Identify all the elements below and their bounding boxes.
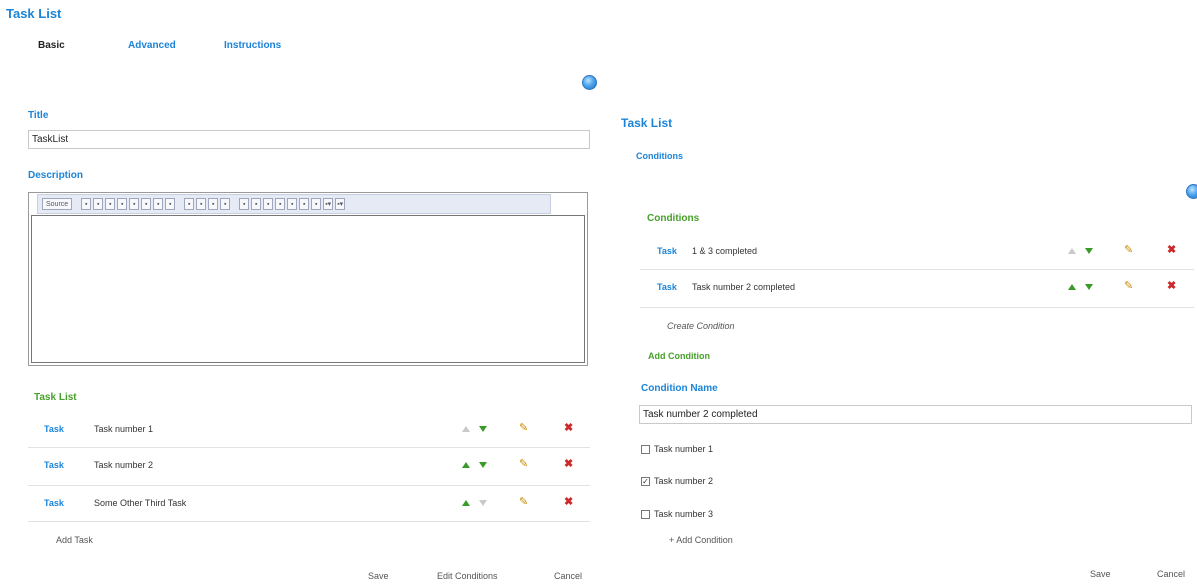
conditions-subtitle: Conditions [636, 151, 683, 161]
condition-task-link[interactable]: Task [657, 282, 677, 292]
toolbar-button[interactable]: ▪ [165, 198, 176, 210]
title-label: Title [28, 110, 49, 121]
conditions-save-button[interactable]: Save [1090, 569, 1111, 579]
add-circle-icon[interactable] [582, 75, 597, 90]
list-item: Task 1 & 3 completed ✎ ✖ [640, 234, 1194, 270]
conditions-heading: Conditions [647, 213, 700, 224]
conditions-panel-title: Task List [621, 116, 673, 130]
task-checkbox[interactable] [641, 509, 650, 519]
editor-text-area[interactable] [31, 215, 585, 363]
toolbar-button[interactable]: ▪ [311, 198, 322, 210]
tab-advanced[interactable]: Advanced [128, 40, 176, 51]
toolbar-button[interactable]: ▪ [105, 198, 116, 210]
condition-name: 1 & 3 completed [692, 246, 758, 256]
toolbar-button[interactable]: ▪ [263, 198, 274, 210]
task-name: Task number 2 [94, 460, 154, 470]
checkbox-row: Task number 1 [641, 444, 713, 454]
conditions-cancel-button[interactable]: Cancel [1157, 569, 1185, 579]
description-editor: Source ▪ ▪ ▪ ▪ ▪ ▪ ▪ ▪ ▪ ▪ ▪ ▪ ▪ ▪ ▪ ▪ ▪… [28, 192, 588, 366]
toolbar-button[interactable]: ▪ [299, 198, 310, 210]
task-name: Task number 1 [94, 424, 154, 434]
add-task-button[interactable]: Add Task [56, 535, 93, 545]
arrow-up-icon[interactable] [1068, 284, 1076, 290]
condition-name: Task number 2 completed [692, 282, 796, 292]
toolbar-button[interactable]: ▪ [208, 198, 219, 210]
task-list-heading: Task List [34, 392, 77, 403]
condition-name-input[interactable] [639, 405, 1192, 424]
arrow-down-icon[interactable] [479, 426, 487, 432]
checkbox-label: Task number 3 [654, 509, 714, 519]
save-button[interactable]: Save [368, 571, 389, 581]
arrow-down-icon[interactable] [479, 462, 487, 468]
description-label: Description [28, 170, 84, 181]
pencil-icon[interactable]: ✎ [519, 457, 528, 470]
source-button[interactable]: Source [42, 198, 73, 210]
toolbar-button[interactable]: ▪ [141, 198, 152, 210]
toolbar-button[interactable]: ▪ [220, 198, 231, 210]
toolbar-button[interactable]: ▪ [196, 198, 207, 210]
delete-x-icon[interactable]: ✖ [564, 495, 573, 508]
checkbox-row: Task number 3 [641, 509, 713, 519]
toolbar-button[interactable]: ▪ [251, 198, 262, 210]
add-circle-icon[interactable] [1186, 184, 1197, 199]
toolbar-button[interactable]: ▪ [153, 198, 164, 210]
toolbar-button[interactable]: ▪ [81, 198, 92, 210]
row-divider [640, 307, 1194, 308]
condition-task-link[interactable]: Task [657, 246, 677, 256]
pencil-icon[interactable]: ✎ [1124, 243, 1133, 256]
toolbar-button[interactable]: ▪ [287, 198, 298, 210]
arrow-up-icon[interactable] [462, 426, 470, 432]
toolbar-button[interactable]: ▪ [239, 198, 250, 210]
task-name: Some Other Third Task [94, 498, 187, 508]
delete-x-icon[interactable]: ✖ [1167, 279, 1176, 292]
add-condition-heading: Add Condition [648, 351, 710, 361]
task-list: Task Task number 1 ✎ ✖ Task Task number … [28, 412, 590, 522]
pencil-icon[interactable]: ✎ [1124, 279, 1133, 292]
task-link[interactable]: Task [44, 498, 64, 508]
toolbar-button[interactable]: ▪ [184, 198, 195, 210]
condition-list: Task 1 & 3 completed ✎ ✖ Task Task numbe… [640, 234, 1194, 308]
task-link[interactable]: Task [44, 424, 64, 434]
create-condition-button[interactable]: Create Condition [667, 321, 735, 331]
task-checkbox[interactable] [641, 444, 650, 454]
add-condition-link[interactable]: + Add Condition [669, 535, 733, 545]
tab-instructions[interactable]: Instructions [224, 40, 281, 51]
arrow-down-icon[interactable] [479, 500, 487, 506]
source-button-label: Source [46, 200, 69, 208]
task-checkbox[interactable]: ✓ [641, 476, 650, 486]
pencil-icon[interactable]: ✎ [519, 495, 528, 508]
list-item: Task Task number 2 completed ✎ ✖ [640, 270, 1194, 308]
arrow-down-icon[interactable] [1085, 248, 1093, 254]
arrow-up-icon[interactable] [1068, 248, 1076, 254]
toolbar-button[interactable]: ▪ [93, 198, 104, 210]
task-link[interactable]: Task [44, 460, 64, 470]
row-divider [28, 521, 590, 522]
arrow-down-icon[interactable] [1085, 284, 1093, 290]
tab-basic[interactable]: Basic [38, 40, 65, 51]
list-item: Task Task number 2 ✎ ✖ [28, 448, 590, 486]
editor-toolbar: Source ▪ ▪ ▪ ▪ ▪ ▪ ▪ ▪ ▪ ▪ ▪ ▪ ▪ ▪ ▪ ▪ ▪… [37, 194, 551, 214]
checkbox-label: Task number 1 [654, 444, 714, 454]
delete-x-icon[interactable]: ✖ [564, 421, 573, 434]
delete-x-icon[interactable]: ✖ [564, 457, 573, 470]
toolbar-button[interactable]: ▪ [129, 198, 140, 210]
list-item: Task Task number 1 ✎ ✖ [28, 412, 590, 448]
list-item: Task Some Other Third Task ✎ ✖ [28, 486, 590, 522]
edit-conditions-button[interactable]: Edit Conditions [437, 571, 498, 581]
condition-name-label: Condition Name [641, 383, 718, 394]
arrow-up-icon[interactable] [462, 462, 470, 468]
cancel-button[interactable]: Cancel [554, 571, 582, 581]
title-input[interactable] [28, 130, 590, 149]
app-title: Task List [6, 6, 62, 21]
toolbar-dropdown[interactable]: ▪▾ [335, 198, 346, 210]
pencil-icon[interactable]: ✎ [519, 421, 528, 434]
checkbox-row: ✓ Task number 2 [641, 476, 713, 486]
toolbar-button[interactable]: ▪ [117, 198, 128, 210]
checkbox-label: Task number 2 [654, 476, 714, 486]
delete-x-icon[interactable]: ✖ [1167, 243, 1176, 256]
arrow-up-icon[interactable] [462, 500, 470, 506]
toolbar-dropdown[interactable]: ▪▾ [323, 198, 334, 210]
toolbar-button[interactable]: ▪ [275, 198, 286, 210]
